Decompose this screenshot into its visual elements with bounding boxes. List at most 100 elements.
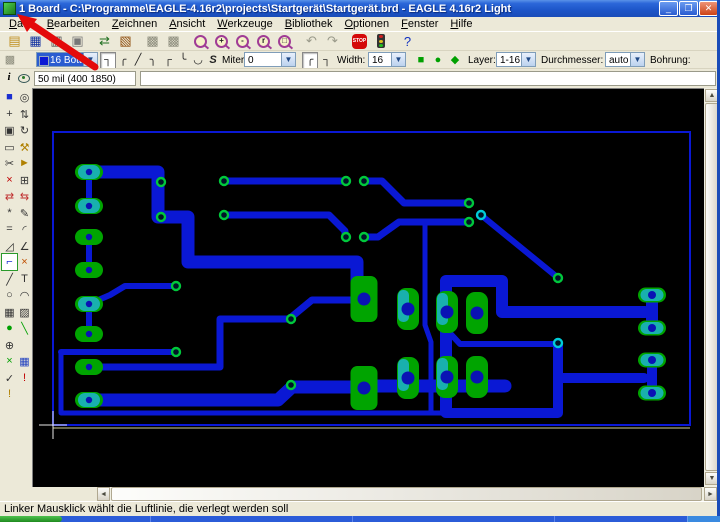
drill-hole [85, 330, 93, 338]
mark-icon: ◎ [19, 91, 30, 104]
miter-select[interactable]: 0 ▼ [244, 52, 296, 67]
copper-trace [85, 296, 356, 371]
info-button[interactable]: i [2, 71, 16, 87]
scroll-left-icon[interactable]: ◄ [97, 487, 110, 501]
menu-datei[interactable]: Datei [3, 18, 41, 31]
tool-paste-button[interactable]: ► [16, 154, 33, 172]
tool-rotate-button[interactable]: ↻ [16, 121, 33, 139]
window-title: 1 Board - C:\Programme\EAGLE-4.16r2\proj… [19, 2, 512, 15]
script-button[interactable]: ▩ [163, 32, 184, 51]
library-button[interactable]: ▧ [115, 32, 136, 51]
redo-button[interactable]: ↷ [322, 32, 343, 51]
tool-warning-button[interactable]: ! [1, 385, 18, 403]
layer-select[interactable]: 16 Bottom ▼ [36, 52, 98, 67]
stop-button[interactable]: STOP [349, 32, 370, 51]
width-label: Width: [337, 55, 366, 66]
ripup-icon: × [21, 256, 28, 268]
menu-bearbeiten[interactable]: Bearbeiten [41, 18, 106, 31]
bend-style-5[interactable]: ╰ [175, 52, 191, 69]
cam-button[interactable]: ▣ [67, 32, 88, 51]
go-button[interactable] [370, 32, 391, 51]
undo-button[interactable]: ↶ [301, 32, 322, 51]
menu-optionen[interactable]: Optionen [338, 18, 395, 31]
via [218, 175, 230, 187]
status-text: Linker Mausklick wählt die Luftlinie, di… [4, 503, 289, 515]
bend-style-3[interactable]: ╮ [145, 52, 161, 69]
use-button[interactable]: ▩ [142, 32, 163, 51]
zoom-fit-button[interactable] [190, 32, 211, 51]
hscroll-thumb[interactable] [111, 487, 702, 501]
close-button[interactable]: ✕ [699, 1, 718, 16]
start-button[interactable] [0, 516, 62, 522]
command-input[interactable] [140, 71, 716, 86]
menu-zeichnen[interactable]: Zeichnen [106, 18, 163, 31]
warning-icon: ! [7, 388, 12, 400]
menu-hilfe[interactable]: Hilfe [444, 18, 478, 31]
zoom-select-button[interactable]: □ [274, 32, 295, 51]
optimize-icon: ∠ [19, 240, 30, 253]
menu-fenster[interactable]: Fenster [395, 18, 444, 31]
help-button[interactable]: ? [397, 32, 418, 51]
save-button[interactable]: ▦ [25, 32, 46, 51]
tool-ripup-button[interactable]: × [16, 253, 33, 271]
tool-mark-button[interactable]: ◎ [16, 88, 33, 106]
drc-icon: ✓ [4, 372, 15, 385]
board-canvas[interactable] [32, 88, 704, 487]
menu-ansicht[interactable]: Ansicht [163, 18, 211, 31]
board-schematic-icon: ⇄ [99, 33, 110, 48]
tool-miter-button[interactable]: ◜ [16, 220, 33, 238]
show-eye-button[interactable] [17, 71, 31, 87]
gateswap-icon: ⇆ [19, 190, 30, 203]
bend-style-0[interactable]: ┐ [100, 52, 116, 69]
drill-hole [357, 381, 371, 395]
taskbar [0, 516, 720, 522]
grid-button[interactable]: ▩ [2, 52, 18, 69]
tool-arc-button[interactable]: ◠ [16, 286, 33, 304]
print-icon: ▥ [50, 33, 63, 48]
zoom-redraw-button[interactable]: r [253, 32, 274, 51]
bend-style-1[interactable]: ╭ [115, 52, 131, 69]
miter-style-0[interactable]: ╭ [302, 52, 318, 69]
print-button[interactable]: ▥ [46, 32, 67, 51]
paste-icon: ► [19, 157, 30, 169]
menu-bibliothek[interactable]: Bibliothek [279, 18, 339, 31]
bend-style-6[interactable]: ◡ [190, 52, 206, 69]
via-shape-1[interactable]: ● [430, 52, 446, 69]
diameter-select[interactable]: auto ▼ [605, 52, 645, 67]
via-layer-select[interactable]: 1-16 ▼ [496, 52, 536, 67]
coordinate-display: 50 mil (400 1850) [34, 71, 136, 86]
via-shape-0[interactable]: ■ [413, 52, 429, 69]
copper-trace [220, 211, 349, 239]
drill-hole [440, 305, 454, 319]
drill-hole [648, 389, 656, 397]
horizontal-scrollbar[interactable]: ◄ ► [97, 487, 717, 501]
arc-icon: ◠ [19, 289, 30, 302]
scroll-right-icon[interactable]: ► [704, 487, 717, 501]
tool-signal-button[interactable]: ╲ [16, 319, 33, 337]
wire-icon: ╱ [6, 273, 13, 286]
via [170, 346, 182, 358]
miter-style-1[interactable]: ┐ [319, 52, 335, 69]
menu-werkzeuge[interactable]: Werkzeuge [211, 18, 278, 31]
tool-errors-button[interactable]: ! [16, 369, 33, 387]
open-button[interactable]: ▤ [4, 32, 25, 51]
coordinate-bar: i 50 mil (400 1850) [0, 68, 720, 88]
zoom-redraw-icon: r [257, 34, 270, 48]
text-icon: T [21, 273, 28, 285]
signal-icon: ╲ [21, 322, 28, 335]
zoom-out-button[interactable]: - [232, 32, 253, 51]
restore-button[interactable]: ❐ [679, 1, 698, 16]
bend-style-4[interactable]: ┌ [160, 52, 176, 69]
tool-auto-button[interactable]: ▦ [16, 352, 33, 370]
width-select[interactable]: 16 ▼ [368, 52, 406, 67]
bend-style-7[interactable]: S [205, 52, 221, 69]
copy-icon: ▣ [4, 124, 15, 137]
minimize-button[interactable]: _ [659, 1, 678, 16]
title-bar: 1 Board - C:\Programme\EAGLE-4.16r2\proj… [0, 0, 720, 17]
bend-style-2[interactable]: ╱ [130, 52, 146, 69]
zoom-in-button[interactable]: + [211, 32, 232, 51]
via-shape-2[interactable]: ◆ [447, 52, 463, 69]
tool-gateswap-button[interactable]: ⇆ [16, 187, 33, 205]
drill-hole [85, 266, 93, 274]
board-schematic-button[interactable]: ⇄ [94, 32, 115, 51]
